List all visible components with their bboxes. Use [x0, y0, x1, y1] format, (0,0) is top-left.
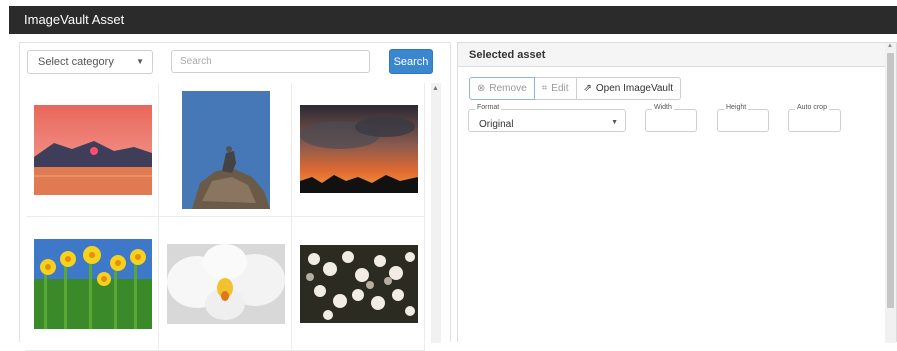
thumbnail-cell[interactable]	[159, 83, 292, 217]
width-field[interactable]: Width	[645, 104, 697, 132]
category-select-value: Select category	[38, 56, 114, 68]
height-field[interactable]: Height	[717, 104, 769, 132]
asset-browser-pane: Select category ▼ Search Search ▲	[19, 42, 451, 351]
thumbnail-cell[interactable]	[26, 83, 159, 217]
format-select[interactable]: Format Original ▼	[468, 104, 626, 132]
dialog-title: ImageVault Asset	[24, 12, 125, 27]
thumb-dramatic-sky[interactable]	[300, 105, 418, 193]
selected-asset-header: Selected asset	[458, 43, 896, 67]
remove-circle-icon: ⊗	[477, 83, 486, 94]
search-button[interactable]: Search	[389, 49, 433, 74]
selected-asset-title: Selected asset	[469, 49, 546, 61]
height-label: Height	[724, 104, 749, 111]
thumbnail-cell[interactable]	[159, 217, 292, 351]
open-imagevault-label: Open ImageVault	[595, 83, 673, 94]
dialog-titlebar: ImageVault Asset	[9, 6, 897, 34]
selected-asset-pane: Selected asset ⊗ Remove ⌗ Edit ⇗ Open Im…	[457, 42, 897, 343]
category-select[interactable]: Select category ▼	[27, 50, 153, 74]
autocrop-field[interactable]: Auto crop	[788, 104, 841, 132]
asset-action-toolbar: ⊗ Remove ⌗ Edit ⇗ Open ImageVault	[469, 77, 681, 100]
edit-button[interactable]: ⌗ Edit	[534, 77, 577, 100]
scroll-up-arrow-icon[interactable]: ▲	[887, 43, 893, 49]
thumb-orchid[interactable]	[167, 244, 285, 324]
remove-button[interactable]: ⊗ Remove	[469, 77, 535, 100]
open-imagevault-button[interactable]: ⇗ Open ImageVault	[576, 77, 681, 100]
selected-asset-scrollbar[interactable]: ▲	[885, 43, 896, 343]
thumbnail-grid	[26, 83, 426, 351]
edit-button-label: Edit	[551, 83, 569, 94]
dialog-body: Select category ▼ Search Search ▲ Select…	[9, 34, 897, 351]
chevron-down-icon: ▼	[136, 57, 144, 66]
search-input-placeholder: Search	[180, 56, 212, 67]
thumbnail-scrollbar[interactable]: ▲	[431, 83, 441, 343]
scroll-up-arrow-icon[interactable]: ▲	[432, 85, 439, 92]
thumbnail-cell[interactable]	[292, 217, 425, 351]
thumbnail-cell[interactable]	[26, 217, 159, 351]
thumbnail-cell[interactable]	[292, 83, 425, 217]
chevron-down-icon: ▼	[611, 119, 618, 126]
thumb-blossoms[interactable]	[300, 245, 418, 323]
thumb-daffodils[interactable]	[34, 239, 152, 329]
crop-icon: ⌗	[541, 83, 548, 94]
format-value: Original	[479, 119, 514, 130]
search-input[interactable]: Search	[171, 50, 370, 73]
format-label: Format	[475, 104, 502, 111]
thumb-sunset-lake[interactable]	[34, 105, 152, 195]
autocrop-label: Auto crop	[795, 104, 829, 111]
width-label: Width	[652, 104, 674, 111]
thumb-bird-on-rock[interactable]	[182, 91, 270, 209]
scrollbar-thumb[interactable]	[887, 53, 894, 308]
share-icon: ⇗	[583, 83, 592, 94]
remove-button-label: Remove	[489, 83, 527, 94]
